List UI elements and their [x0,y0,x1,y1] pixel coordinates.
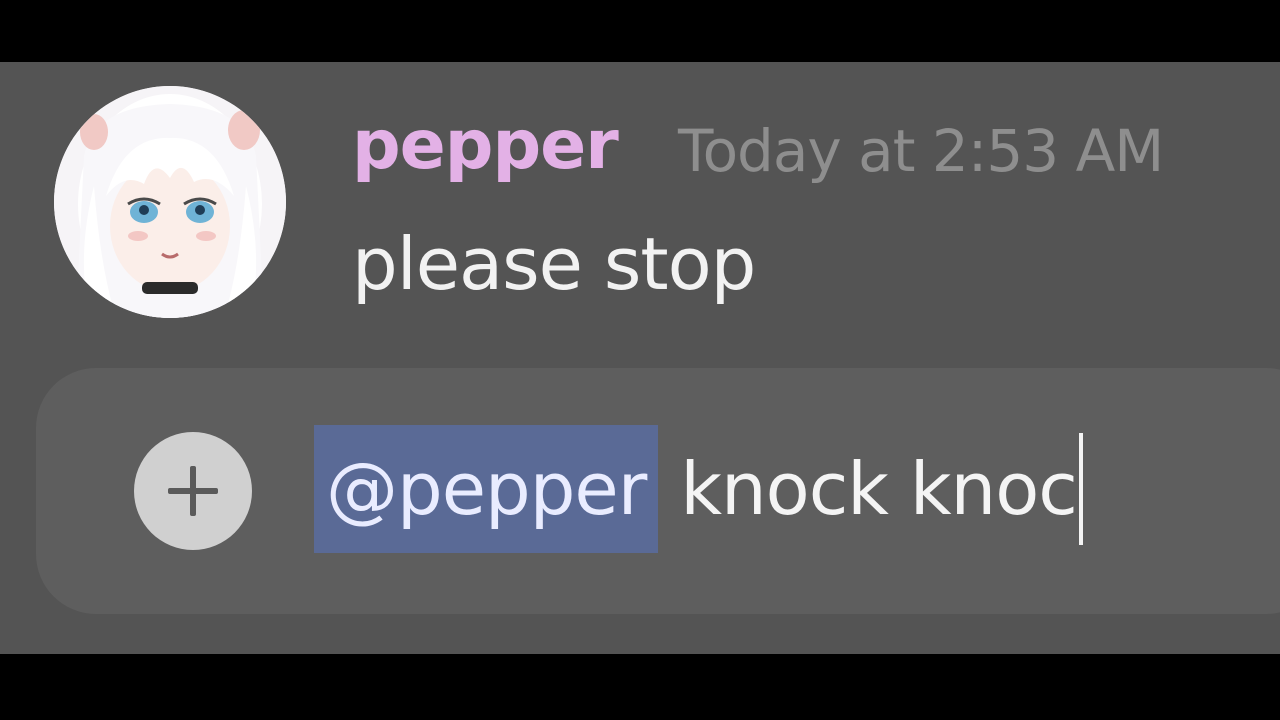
chat-message: pepper Today at 2:53 AM please stop [0,62,1280,362]
user-avatar[interactable] [54,86,286,318]
message-text: please stop [352,222,756,306]
attach-button[interactable] [134,432,252,550]
mention-pill[interactable]: @pepper [314,425,659,553]
message-input[interactable]: @pepper knock knoc [314,424,1083,554]
message-composer[interactable]: @pepper knock knoc [36,368,1280,614]
chat-panel: pepper Today at 2:53 AM please stop @pep… [0,62,1280,654]
plus-icon [168,466,218,516]
typed-text: knock knoc [680,447,1078,531]
screen: pepper Today at 2:53 AM please stop @pep… [0,0,1280,720]
message-timestamp: Today at 2:53 AM [678,117,1164,185]
message-author[interactable]: pepper [352,106,619,186]
anime-avatar-icon [54,86,286,318]
text-caret [1078,433,1083,545]
